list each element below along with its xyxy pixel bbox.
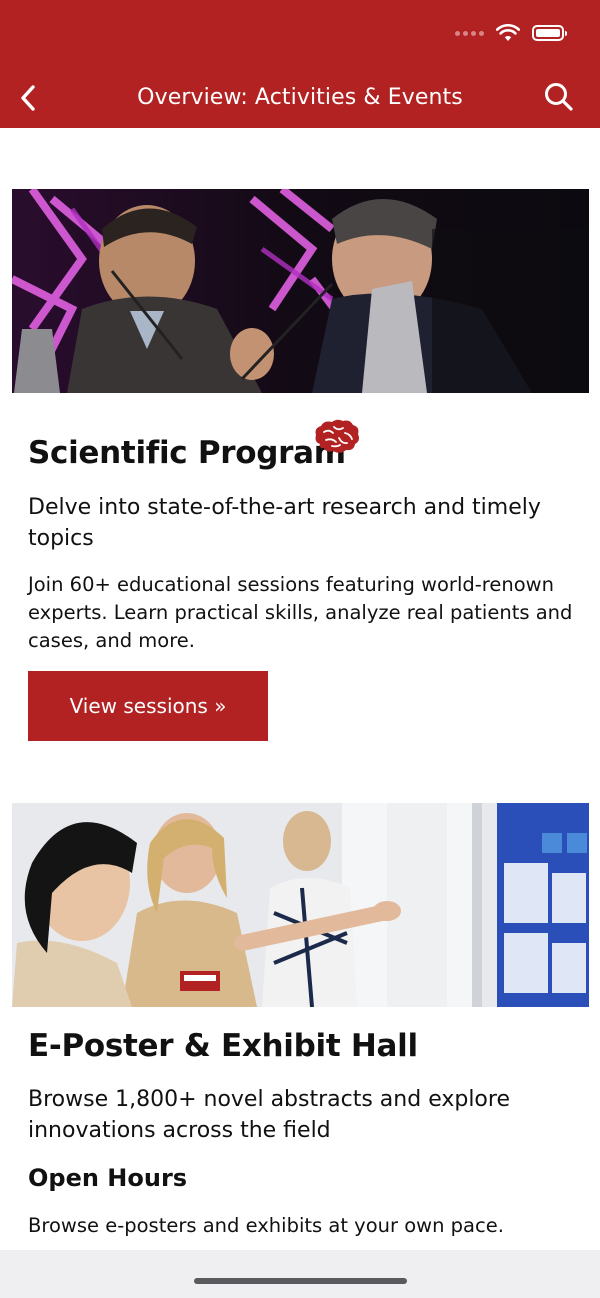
- poster-hall-photo: [12, 803, 589, 1007]
- signal-dots-icon: [455, 30, 484, 36]
- view-sessions-button[interactable]: View sessions »: [28, 671, 268, 741]
- home-indicator-bar: [0, 1250, 600, 1298]
- search-button[interactable]: [542, 80, 576, 114]
- page-title: Overview: Activities & Events: [137, 85, 463, 110]
- scroll-content[interactable]: Scientific Program Delve into state-of-t…: [0, 128, 600, 1250]
- section-subtitle: Delve into state-of-the-art research and…: [28, 495, 541, 551]
- section-subtitle: Browse 1,800+ novel abstracts and explor…: [28, 1087, 510, 1143]
- navigation-bar: Overview: Activities & Events: [0, 74, 600, 122]
- open-hours-heading: Open Hours: [28, 1164, 188, 1192]
- home-indicator[interactable]: [194, 1278, 407, 1284]
- brain-icon: [312, 418, 362, 458]
- section-title: E-Poster & Exhibit Hall: [28, 1028, 418, 1064]
- app-header: Overview: Activities & Events: [0, 0, 600, 128]
- section-description: Browse e-posters and exhibits at your ow…: [28, 1214, 504, 1237]
- wifi-icon: [496, 24, 520, 42]
- battery-icon: [532, 25, 567, 41]
- section-description: Join 60+ educational sessions featuring …: [28, 573, 573, 652]
- section-title: Scientific Program: [28, 435, 346, 471]
- status-bar: [455, 24, 567, 42]
- search-icon: [545, 83, 573, 111]
- speakers-panel-photo: [12, 189, 589, 393]
